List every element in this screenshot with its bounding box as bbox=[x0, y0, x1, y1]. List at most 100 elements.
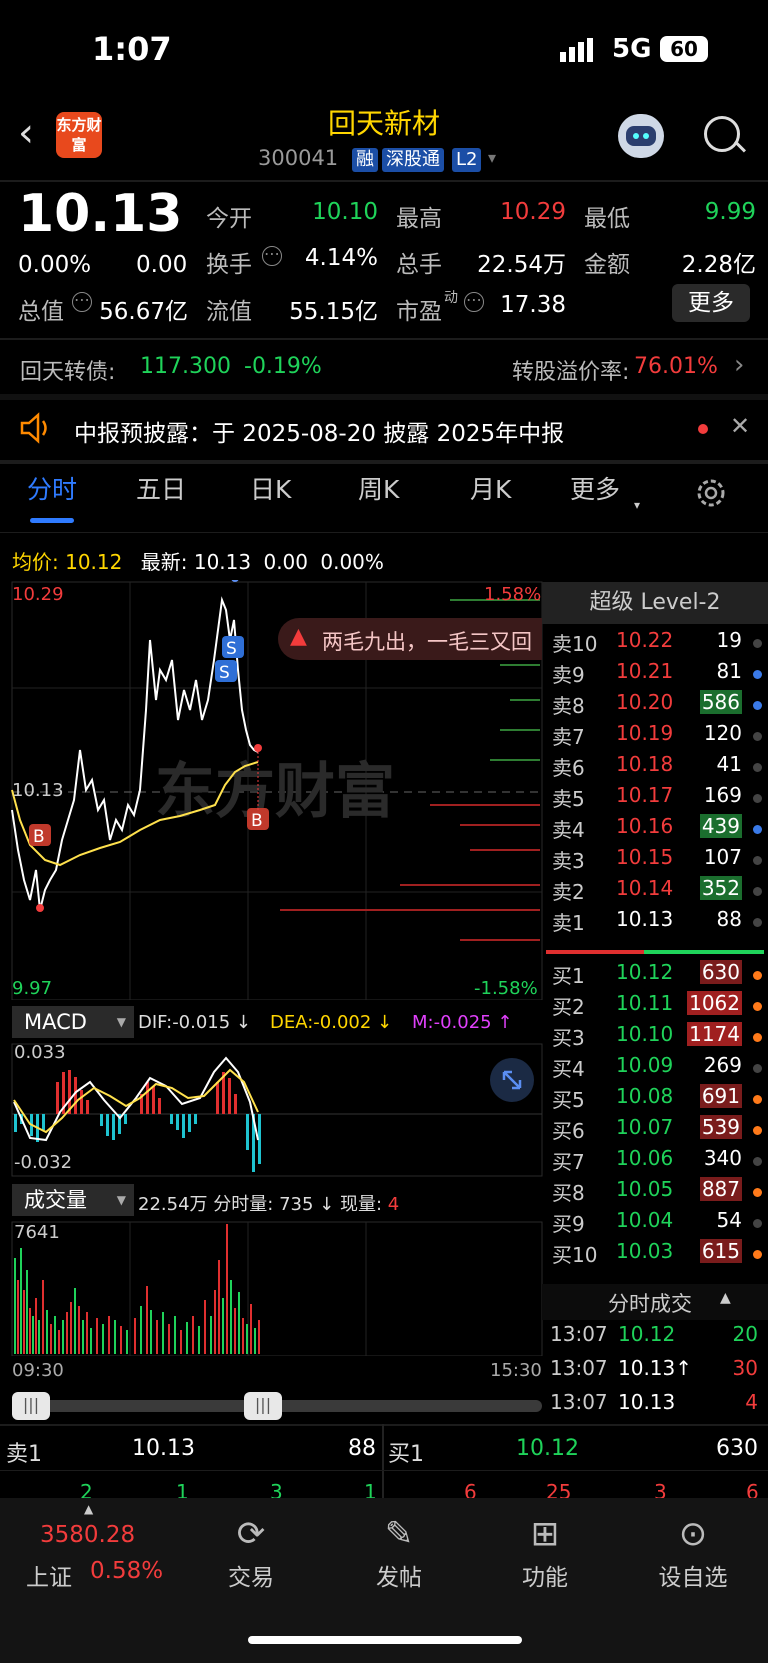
bid-level: 买1 bbox=[552, 964, 585, 988]
svg-text:B: B bbox=[33, 827, 45, 847]
order-dot-icon bbox=[753, 1095, 762, 1104]
signal-icon bbox=[560, 38, 596, 66]
chevron-down-icon[interactable]: ▾ bbox=[488, 148, 496, 167]
macd-selector[interactable]: MACD ▼ bbox=[12, 1006, 134, 1038]
bid-price: 10.09 bbox=[616, 1053, 674, 1077]
avg-value: 10.12 bbox=[65, 550, 123, 574]
notice-text[interactable]: 中报预披露：于 2025-08-20 披露 2025年中报 bbox=[74, 414, 564, 448]
index-value[interactable]: 3580.28 bbox=[40, 1522, 135, 1548]
ask-row[interactable]: 卖10 10.22 19 bbox=[542, 628, 768, 659]
comment-bubble[interactable]: ▲ 两毛九出，一毛三又回 bbox=[278, 618, 542, 660]
tab-weekly-k[interactable]: 周K bbox=[358, 470, 399, 506]
ask-row[interactable]: 卖5 10.17 169 bbox=[542, 783, 768, 814]
volume-value: 22.54万 bbox=[477, 252, 566, 278]
slider-handle-left[interactable]: ||| bbox=[12, 1392, 50, 1420]
stock-code: 300041 bbox=[258, 146, 339, 170]
volume-selector[interactable]: 成交量 ▼ bbox=[12, 1184, 134, 1216]
ask-row[interactable]: 卖2 10.14 352 bbox=[542, 876, 768, 907]
amount-value: 2.28亿 bbox=[681, 252, 756, 278]
chevron-right-icon[interactable]: › bbox=[734, 350, 744, 380]
bid-level: 买5 bbox=[552, 1088, 585, 1112]
tag-connect: 深股通 bbox=[382, 148, 444, 172]
network-type: 5G bbox=[612, 34, 652, 64]
ask-price: 10.19 bbox=[616, 721, 674, 745]
order-dot-icon bbox=[753, 1064, 762, 1073]
close-icon[interactable]: ✕ bbox=[730, 412, 750, 440]
bid-row[interactable]: 买4 10.09 269 bbox=[542, 1053, 768, 1084]
volume-indicator-label: 成交量 bbox=[24, 1188, 87, 1212]
macd-chart bbox=[11, 1043, 543, 1177]
level2-header[interactable]: 超级 Level-2 bbox=[542, 582, 768, 624]
svg-text:S: S bbox=[226, 639, 237, 659]
tab-daily-k[interactable]: 日K bbox=[250, 470, 291, 506]
ask-row[interactable]: 卖1 10.13 88 bbox=[542, 907, 768, 938]
nav-functions[interactable]: ⊞ 功能 bbox=[500, 1514, 590, 1592]
info-icon[interactable]: ⋯ bbox=[464, 292, 484, 312]
bid-row[interactable]: 买7 10.06 340 bbox=[542, 1146, 768, 1177]
ask-qty: 439 bbox=[699, 814, 742, 838]
ask-row[interactable]: 卖6 10.18 41 bbox=[542, 752, 768, 783]
tab-monthly-k[interactable]: 月K bbox=[470, 470, 511, 506]
tab-intraday[interactable]: 分时 bbox=[27, 470, 77, 506]
order-dot-icon bbox=[753, 701, 762, 710]
ask-row[interactable]: 卖3 10.15 107 bbox=[542, 845, 768, 876]
index-name: 上证 bbox=[26, 1565, 72, 1591]
turnover-value: 4.14% bbox=[304, 245, 378, 271]
ask-qty: 586 bbox=[699, 690, 742, 714]
latest-label: 最新: bbox=[140, 550, 188, 574]
nav-trade[interactable]: ⟳ 交易 bbox=[206, 1514, 296, 1592]
bid-price: 10.06 bbox=[616, 1146, 674, 1170]
macd-dea: DEA:-0.002 ↓ bbox=[270, 1012, 393, 1033]
bid-row[interactable]: 买3 10.10 1174 bbox=[542, 1022, 768, 1053]
ask-row[interactable]: 卖7 10.19 120 bbox=[542, 721, 768, 752]
bid-row[interactable]: 买5 10.08 691 bbox=[542, 1084, 768, 1115]
index-pct: 0.58% bbox=[90, 1558, 164, 1584]
ask-row[interactable]: 卖8 10.20 586 bbox=[542, 690, 768, 721]
nav-watchlist-label: 设自选 bbox=[658, 1565, 728, 1591]
trade-qty: 4 bbox=[745, 1390, 758, 1414]
strip-sell-price: 10.13 bbox=[132, 1436, 195, 1461]
robot-assistant-icon[interactable] bbox=[618, 114, 664, 158]
bond-name[interactable]: 回天转债: bbox=[20, 354, 115, 386]
info-icon[interactable]: ⋯ bbox=[72, 292, 92, 312]
trades-header[interactable]: 分时成交 ▲ bbox=[542, 1284, 768, 1320]
info-icon[interactable]: ⋯ bbox=[262, 246, 282, 266]
ask-level: 卖2 bbox=[552, 880, 585, 904]
bid-row[interactable]: 买6 10.07 539 bbox=[542, 1115, 768, 1146]
ask-row[interactable]: 卖9 10.21 81 bbox=[542, 659, 768, 690]
unread-dot bbox=[698, 424, 708, 434]
ask-level: 卖9 bbox=[552, 663, 585, 687]
nav-watchlist[interactable]: ⊙ 设自选 bbox=[648, 1514, 738, 1592]
open-value: 10.10 bbox=[312, 199, 378, 225]
ask-row[interactable]: 卖4 10.16 439 bbox=[542, 814, 768, 845]
tab-five-day[interactable]: 五日 bbox=[136, 470, 186, 506]
price-line bbox=[11, 596, 259, 911]
expand-icon[interactable] bbox=[490, 1058, 534, 1102]
ask-price: 10.18 bbox=[616, 752, 674, 776]
more-button[interactable]: 更多 bbox=[672, 284, 750, 322]
more-dots-icon: ⊙ bbox=[678, 1514, 708, 1554]
tab-more[interactable]: 更多 bbox=[570, 470, 620, 506]
tab-indicator bbox=[30, 518, 74, 523]
bid-row[interactable]: 买10 10.03 615 bbox=[542, 1239, 768, 1270]
grid-icon: ⊞ bbox=[530, 1514, 560, 1554]
bid-qty: 1062 bbox=[687, 991, 742, 1015]
bid-qty: 630 bbox=[699, 960, 742, 984]
ask-level: 卖4 bbox=[552, 818, 585, 842]
triangle-down-icon: ▾ bbox=[634, 498, 641, 512]
bid-row[interactable]: 买2 10.11 1062 bbox=[542, 991, 768, 1022]
trade-qty: 30 bbox=[732, 1356, 758, 1380]
slider-handle-right[interactable]: ||| bbox=[244, 1392, 282, 1420]
nav-post[interactable]: ✎ 发帖 bbox=[354, 1514, 444, 1592]
ask-price: 10.14 bbox=[616, 876, 674, 900]
bid-row[interactable]: 买1 10.12 630 bbox=[542, 960, 768, 991]
strip-buy-price: 10.12 bbox=[516, 1436, 579, 1461]
macd-bottom: -0.032 bbox=[14, 1152, 73, 1173]
order-dot-icon bbox=[753, 918, 762, 927]
settings-gear-icon[interactable] bbox=[694, 476, 728, 514]
strip-sell-qty: 88 bbox=[348, 1436, 376, 1461]
search-icon[interactable] bbox=[704, 116, 740, 152]
bid-row[interactable]: 买9 10.04 54 bbox=[542, 1208, 768, 1239]
bid-row[interactable]: 买8 10.05 887 bbox=[542, 1177, 768, 1208]
mktcap-value: 56.67亿 bbox=[99, 299, 188, 325]
